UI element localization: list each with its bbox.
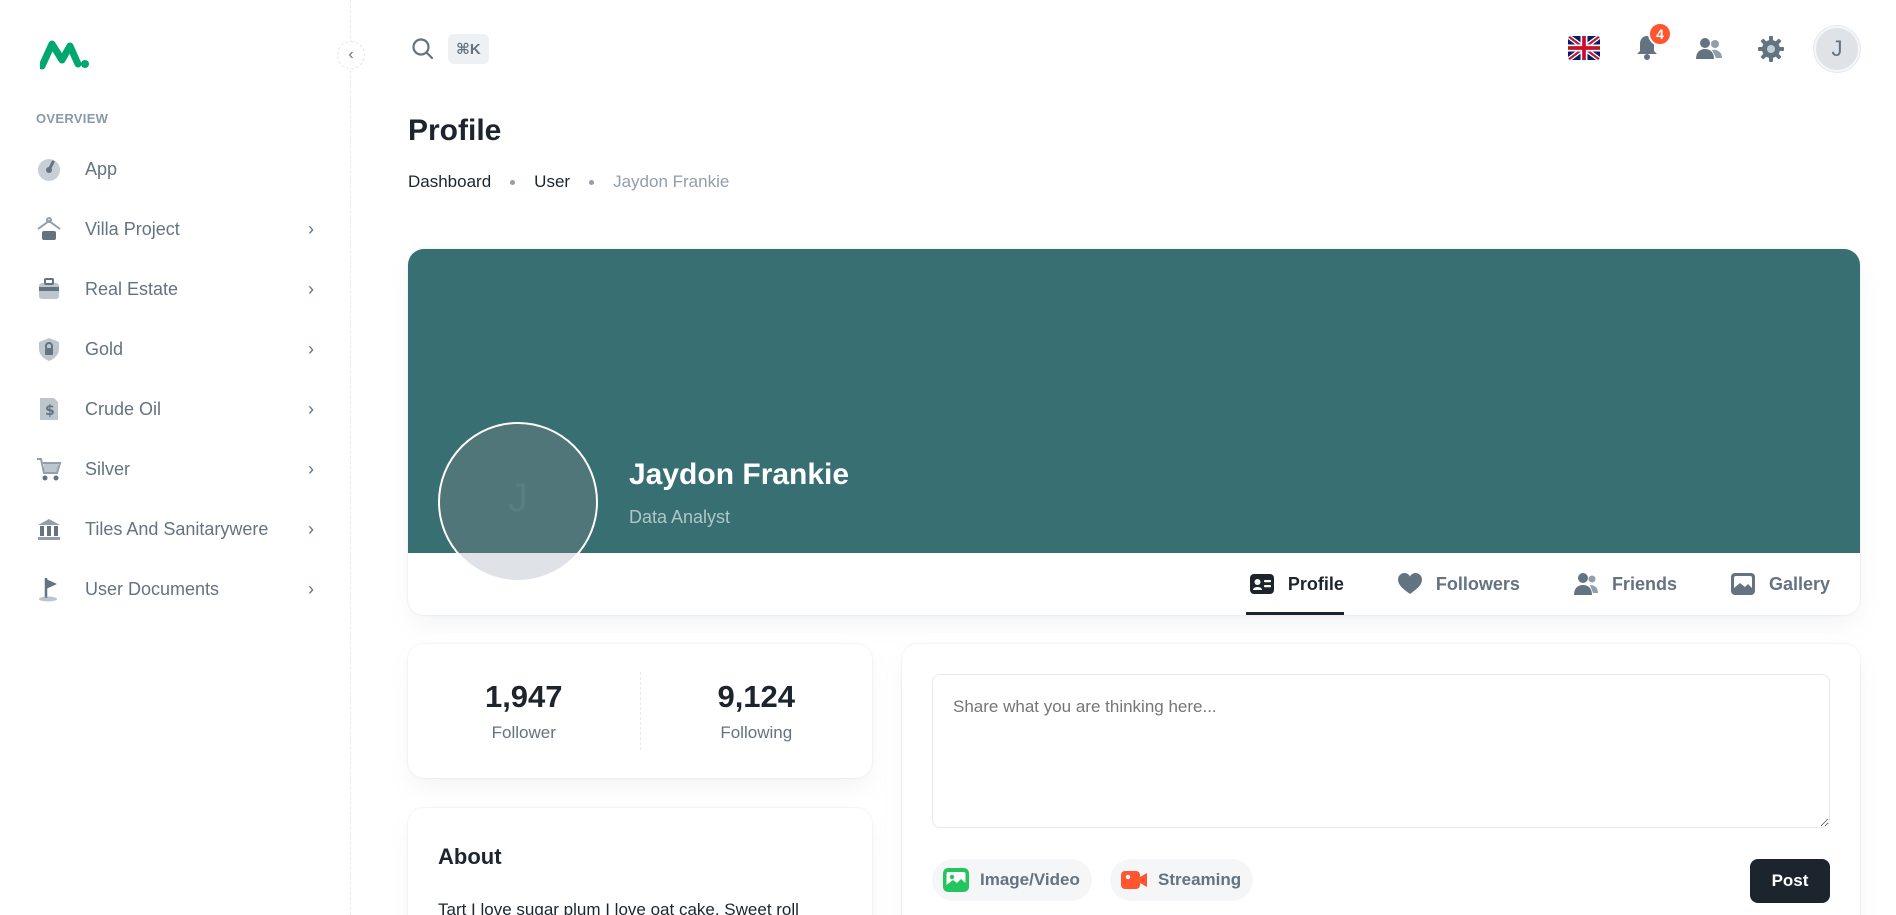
tab-label: Gallery bbox=[1768, 573, 1830, 594]
profile-tabs: Profile Followers Friends Gallery bbox=[1245, 553, 1860, 615]
about-text: Tart I love sugar plum I love oat cake. … bbox=[438, 900, 799, 915]
chevron-right-icon: › bbox=[308, 518, 314, 539]
page-title: Profile bbox=[408, 114, 502, 147]
nav-section-label: OVERVIEW bbox=[36, 111, 109, 126]
logo-icon[interactable] bbox=[38, 38, 90, 70]
breadcrumb-current: Jaydon Frankie bbox=[613, 172, 730, 191]
chevron-right-icon: › bbox=[308, 338, 314, 359]
sidebar-item-app[interactable]: App bbox=[24, 142, 328, 196]
profile-name: Jaydon Frankie bbox=[629, 458, 850, 491]
tab-label: Followers bbox=[1435, 573, 1520, 594]
chevron-right-icon: › bbox=[308, 578, 314, 599]
about-title: About bbox=[438, 844, 502, 869]
dashboard-gauge-icon bbox=[36, 156, 62, 182]
tab-followers[interactable]: Followers bbox=[1396, 553, 1520, 615]
post-textarea[interactable] bbox=[932, 674, 1830, 828]
chevron-right-icon: › bbox=[308, 278, 314, 299]
chevron-right-icon: › bbox=[308, 398, 314, 419]
sidebar-item-label: Villa Project bbox=[85, 218, 180, 239]
profile-avatar-initial: J bbox=[508, 476, 528, 520]
notification-count-badge: 4 bbox=[1648, 22, 1672, 46]
gear-icon[interactable] bbox=[1756, 34, 1786, 64]
tab-profile[interactable]: Profile bbox=[1245, 553, 1344, 615]
tab-gallery[interactable]: Gallery bbox=[1729, 553, 1830, 615]
follower-count: 1,947 bbox=[484, 679, 563, 714]
streaming-button[interactable]: Streaming bbox=[1110, 859, 1254, 901]
sidebar-item-label: Silver bbox=[85, 458, 131, 479]
follower-label: Follower bbox=[491, 723, 556, 742]
tab-friends[interactable]: Friends bbox=[1572, 553, 1677, 615]
chevron-left-icon: ‹ bbox=[348, 46, 354, 63]
shield-lock-icon bbox=[36, 336, 62, 362]
profile-cover bbox=[408, 249, 1860, 553]
account-avatar[interactable]: J bbox=[1814, 26, 1860, 72]
post-composer-card: Image/Video Streaming Post bbox=[902, 644, 1860, 915]
id-card-icon bbox=[1248, 570, 1276, 598]
video-camera-icon bbox=[1120, 866, 1148, 894]
users-icon bbox=[1572, 570, 1600, 598]
sidebar-item-label: Real Estate bbox=[85, 278, 179, 299]
chevron-right-icon: › bbox=[308, 218, 314, 239]
search-shortcut-badge[interactable]: ⌘K bbox=[448, 34, 489, 64]
invoice-dollar-icon: $ bbox=[36, 396, 62, 422]
sidebar-item-gold[interactable]: Gold › bbox=[24, 322, 328, 376]
sidebar-nav: App Villa Project › Real Estate › Gold › bbox=[24, 142, 328, 622]
following-label: Following bbox=[720, 723, 793, 742]
sidebar-item-silver[interactable]: Silver › bbox=[24, 442, 328, 496]
profile-cover-card: J Jaydon Frankie Data Analyst Profile Fo… bbox=[408, 249, 1860, 615]
sidebar-item-label: App bbox=[85, 158, 118, 179]
breadcrumb-separator bbox=[589, 179, 595, 185]
sidebar-item-label: Tiles And Sanitarywere bbox=[85, 518, 269, 539]
tab-label: Profile bbox=[1287, 573, 1344, 594]
breadcrumb-link-user[interactable]: User bbox=[534, 172, 570, 192]
follower-stat: 1,947 Follower bbox=[408, 644, 640, 778]
sidebar: ‹ OVERVIEW App Villa Project › Real Esta… bbox=[0, 0, 365, 915]
image-video-label: Image/Video bbox=[980, 870, 1080, 889]
profile-avatar: J bbox=[438, 422, 598, 582]
briefcase-icon bbox=[36, 276, 62, 302]
streaming-label: Streaming bbox=[1158, 870, 1242, 889]
profile-role: Data Analyst bbox=[629, 507, 731, 527]
image-icon bbox=[942, 866, 970, 894]
hanger-bag-icon bbox=[36, 216, 62, 242]
follow-stats-card: 1,947 Follower 9,124 Following bbox=[408, 644, 872, 778]
uk-flag-icon[interactable] bbox=[1568, 36, 1600, 60]
following-stat: 9,124 Following bbox=[641, 644, 873, 778]
sidebar-item-user-documents[interactable]: User Documents › bbox=[24, 562, 328, 616]
shopping-cart-icon bbox=[36, 456, 62, 482]
sidebar-item-label: User Documents bbox=[85, 578, 220, 599]
sidebar-item-real-estate[interactable]: Real Estate › bbox=[24, 262, 328, 316]
breadcrumb: Dashboard User Jaydon Frankie bbox=[408, 172, 729, 192]
image-video-button[interactable]: Image/Video bbox=[932, 859, 1092, 901]
post-button[interactable]: Post bbox=[1750, 859, 1830, 903]
contacts-icon[interactable] bbox=[1694, 34, 1724, 64]
tab-label: Friends bbox=[1611, 573, 1677, 594]
sidebar-item-villa-project[interactable]: Villa Project › bbox=[24, 202, 328, 256]
svg-text:$: $ bbox=[45, 403, 55, 419]
breadcrumb-separator bbox=[510, 179, 516, 185]
about-card: About Tart I love sugar plum I love oat … bbox=[408, 808, 872, 915]
sidebar-item-label: Crude Oil bbox=[85, 398, 162, 419]
sidebar-item-crude-oil[interactable]: $ Crude Oil › bbox=[24, 382, 328, 436]
chevron-right-icon: › bbox=[308, 458, 314, 479]
bank-icon bbox=[36, 516, 62, 542]
sidebar-item-label: Gold bbox=[85, 338, 124, 359]
heart-icon bbox=[1396, 570, 1424, 598]
sidebar-collapse-button[interactable]: ‹ bbox=[337, 41, 365, 69]
gallery-icon bbox=[1729, 570, 1757, 598]
sidebar-item-tiles-and-sanitarywere[interactable]: Tiles And Sanitarywere › bbox=[24, 502, 328, 556]
breadcrumb-link-dashboard[interactable]: Dashboard bbox=[408, 172, 491, 192]
search-icon[interactable] bbox=[410, 36, 436, 62]
flag-tour-icon bbox=[36, 576, 62, 602]
avatar-initial: J bbox=[1831, 36, 1843, 61]
following-count: 9,124 bbox=[717, 679, 796, 714]
